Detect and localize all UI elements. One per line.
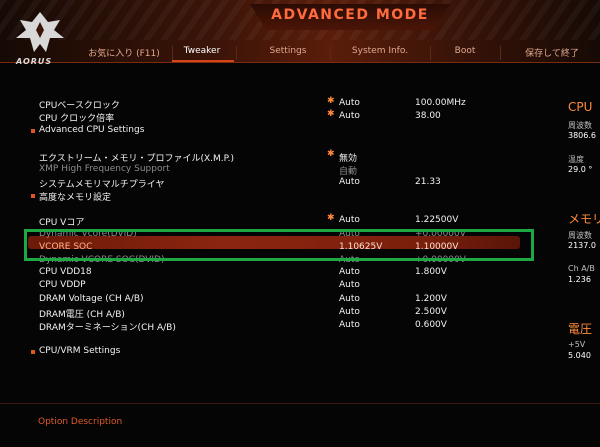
modified-star-icon: ✱ xyxy=(327,213,335,223)
memory-monitor-title: メモリ xyxy=(568,212,600,226)
setting-row[interactable]: CPU Vコア ✱ Auto 1.22500V xyxy=(39,213,559,228)
tab-system-info[interactable]: System Info. xyxy=(340,46,420,56)
setting-value[interactable]: Auto xyxy=(339,98,360,108)
setting-label: CPUベースクロック xyxy=(39,101,120,111)
tab-divider xyxy=(430,46,431,60)
cpu-monitor-title: CPU xyxy=(568,100,593,114)
setting-label: CPU VDDP xyxy=(39,280,86,290)
setting-current-reading: 38.00 xyxy=(415,111,441,121)
voltage-monitor-title: 電圧 xyxy=(568,322,593,336)
footer-divider xyxy=(0,403,600,404)
hardware-monitor-panel: CPU 周波数 3806.6 温度 29.0 ° メモリ 周波数 2137.0 … xyxy=(568,96,600,396)
setting-row[interactable]: DRAM電圧 (CH A/B) Auto 2.500V xyxy=(39,307,559,320)
setting-value[interactable]: Auto xyxy=(339,215,360,225)
setting-row[interactable]: CPU クロック倍率 ✱ Auto 38.00 xyxy=(39,109,559,124)
tab-save-exit[interactable]: 保存して終了 xyxy=(512,46,592,59)
mode-title: ADVANCED MODE xyxy=(271,7,429,23)
brand-logo-text: AORUS xyxy=(16,57,53,66)
tab-divider xyxy=(172,46,173,60)
tab-favorites[interactable]: お気に入り (F11) xyxy=(78,46,170,59)
tab-boot[interactable]: Boot xyxy=(440,46,490,56)
submenu-bullet-icon xyxy=(31,194,35,198)
cpu-temperature-label: 温度 xyxy=(568,155,584,164)
setting-value[interactable]: Auto xyxy=(339,294,360,304)
setting-current-reading: 1.200V xyxy=(415,294,447,304)
setting-current-reading: 21.33 xyxy=(415,177,441,187)
setting-label: XMP High Frequency Support xyxy=(39,164,170,174)
tab-divider xyxy=(236,46,237,60)
setting-label: CPU Vコア xyxy=(39,218,85,228)
modified-star-icon: ✱ xyxy=(327,109,335,119)
active-tab-underline xyxy=(172,60,234,62)
setting-value[interactable]: Auto xyxy=(339,177,360,187)
setting-row[interactable]: CPU VDD18 Auto 1.800V xyxy=(39,267,559,280)
setting-value[interactable]: Auto xyxy=(339,320,360,330)
setting-label: エクストリーム・メモリ・プロファイル(X.M.P.) xyxy=(39,154,235,164)
setting-label: CPU VDD18 xyxy=(39,267,92,277)
setting-current-reading: 100.00MHz xyxy=(415,98,466,108)
setting-value[interactable]: Auto xyxy=(339,267,360,277)
setting-row[interactable]: CPU VDDP Auto xyxy=(39,280,559,293)
memory-voltage-label: Ch A/B xyxy=(568,264,595,273)
setting-value[interactable]: 無効 xyxy=(339,151,357,164)
setting-label: CPU クロック倍率 xyxy=(39,114,115,124)
setting-label: 高度なメモリ設定 xyxy=(39,193,112,203)
tab-divider xyxy=(330,46,331,60)
setting-value[interactable]: Auto xyxy=(339,280,360,290)
setting-value[interactable]: Auto xyxy=(339,307,360,317)
tab-settings[interactable]: Settings xyxy=(258,46,318,56)
top-header: ADVANCED MODE AORUS お気に入り (F11) Tweaker … xyxy=(0,0,600,66)
modified-star-icon: ✱ xyxy=(327,96,335,106)
main-tabs: お気に入り (F11) Tweaker Settings System Info… xyxy=(72,46,600,62)
memory-frequency-value: 2137.0 xyxy=(568,241,596,250)
submenu-item[interactable]: Advanced CPU Settings xyxy=(31,125,559,138)
plus5v-value: 5.040 xyxy=(568,351,591,360)
setting-value[interactable]: Auto xyxy=(339,111,360,121)
cpu-frequency-value: 3806.6 xyxy=(568,131,596,140)
tab-tweaker[interactable]: Tweaker xyxy=(174,46,230,56)
setting-current-reading: 1.22500V xyxy=(415,215,459,225)
tab-divider xyxy=(500,46,501,60)
memory-frequency-label: 周波数 xyxy=(568,231,592,240)
setting-current-reading: 0.600V xyxy=(415,320,447,330)
cpu-frequency-label: 周波数 xyxy=(568,121,592,130)
setting-row[interactable]: CPUベースクロック ✱ Auto 100.00MHz xyxy=(39,96,559,111)
cpu-temperature-value: 29.0 ° xyxy=(568,165,593,174)
setting-row[interactable]: エクストリーム・メモリ・プロファイル(X.M.P.) ✱ 無効 xyxy=(39,149,559,164)
setting-label: システムメモリマルチプライヤ xyxy=(39,180,165,190)
setting-label: DRAM電圧 (CH A/B) xyxy=(39,310,125,320)
submenu-item[interactable]: CPU/VRM Settings xyxy=(31,346,559,359)
option-description: Option Description xyxy=(38,417,123,427)
submenu-bullet-icon xyxy=(31,129,35,133)
setting-row[interactable]: XMP High Frequency Support 自動 xyxy=(39,164,559,177)
setting-value[interactable]: 自動 xyxy=(339,164,357,177)
setting-row[interactable]: DRAMターミネーション(CH A/B) Auto 0.600V xyxy=(39,320,559,333)
setting-current-reading: 1.800V xyxy=(415,267,447,277)
setting-row[interactable]: システムメモリマルチプライヤ Auto 21.33 xyxy=(39,177,559,190)
plus5v-label: +5V xyxy=(568,340,586,349)
selection-annotation-box xyxy=(24,229,534,261)
memory-voltage-value: 1.236 xyxy=(568,275,591,284)
submenu-item[interactable]: 高度なメモリ設定 xyxy=(31,190,559,203)
setting-label: Advanced CPU Settings xyxy=(39,125,145,135)
setting-label: DRAMターミネーション(CH A/B) xyxy=(39,323,176,333)
setting-row[interactable]: DRAM Voltage (CH A/B) Auto 1.200V xyxy=(39,294,559,307)
setting-label: CPU/VRM Settings xyxy=(39,346,121,356)
modified-star-icon: ✱ xyxy=(327,149,335,159)
submenu-bullet-icon xyxy=(31,350,35,354)
setting-current-reading: 2.500V xyxy=(415,307,447,317)
setting-label: DRAM Voltage (CH A/B) xyxy=(39,294,144,304)
